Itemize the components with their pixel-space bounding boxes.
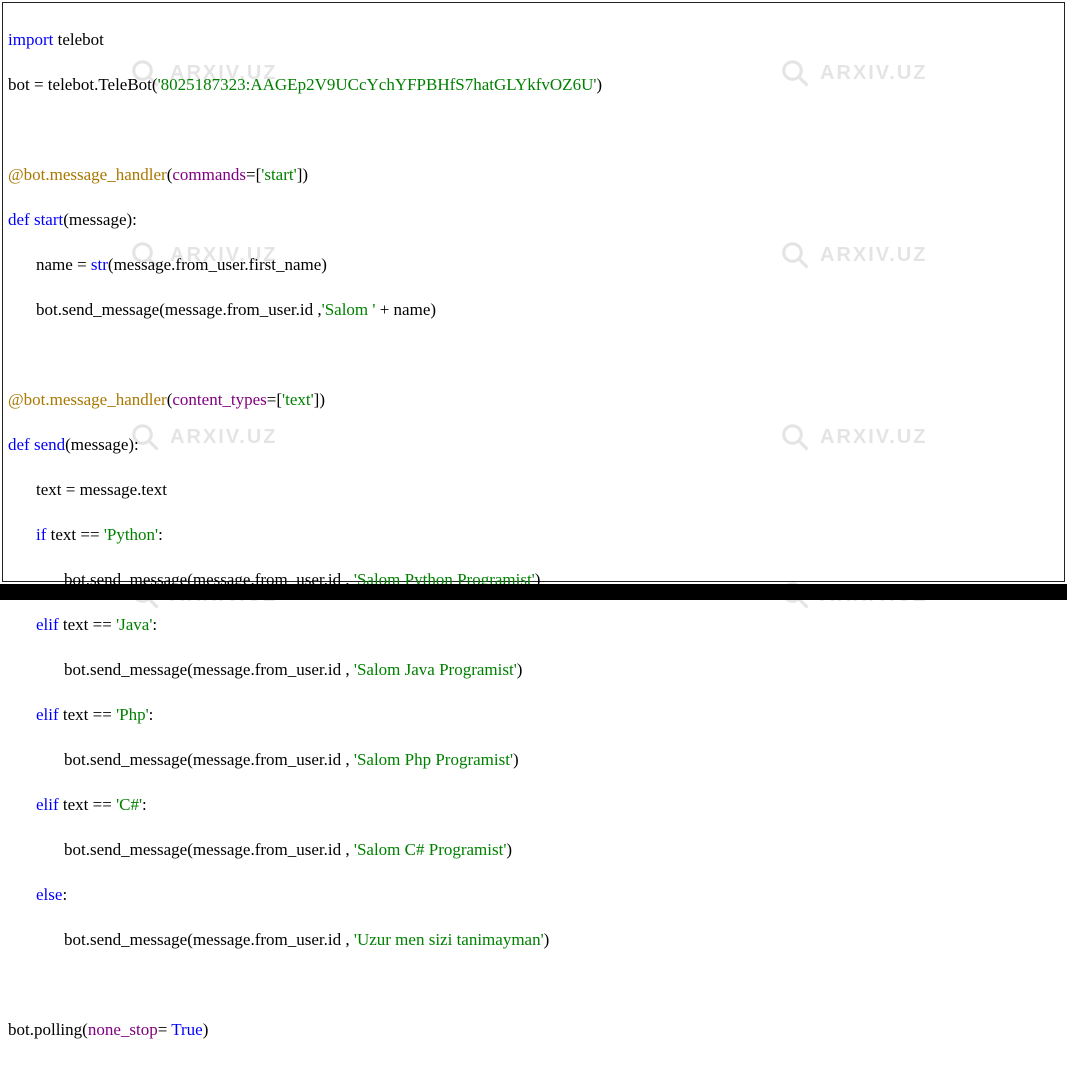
kw-import: import	[8, 30, 53, 49]
kw-def: def	[8, 435, 30, 454]
kw-def: def	[8, 210, 30, 229]
code-block: import telebot bot = telebot.TeleBot('80…	[0, 0, 1067, 1070]
kw-else: else	[36, 885, 62, 904]
bottom-bar	[0, 584, 1067, 600]
kw-if: if	[36, 525, 46, 544]
fn-send: send	[34, 435, 65, 454]
kw-elif: elif	[36, 795, 59, 814]
kw-elif: elif	[36, 615, 59, 634]
kw-elif: elif	[36, 705, 59, 724]
decorator: @bot.message_handler	[8, 390, 167, 409]
decorator: @bot.message_handler	[8, 165, 167, 184]
fn-start: start	[34, 210, 63, 229]
string-token: '8025187323:AAGEp2V9UCcYchYFPBHfS7hatGLY…	[158, 75, 597, 94]
